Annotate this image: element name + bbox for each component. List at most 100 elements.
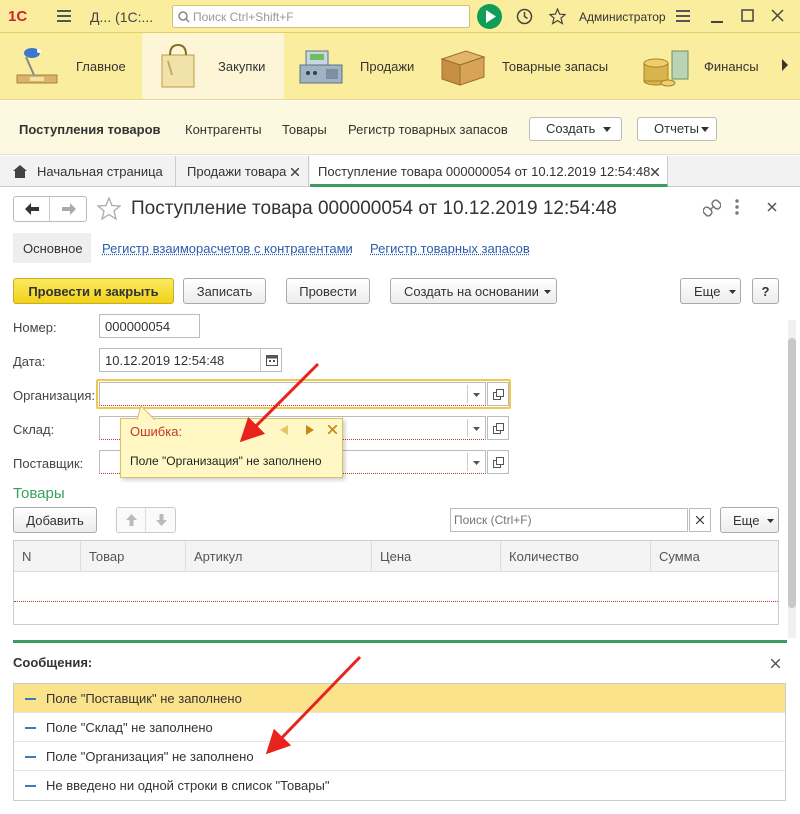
number-label: Номер:	[13, 320, 57, 335]
post-and-close-button[interactable]: Провести и закрыть	[13, 278, 174, 304]
reports-button[interactable]: Отчеты	[637, 117, 717, 141]
warehouse-dropdown[interactable]	[467, 419, 485, 437]
section-inventory[interactable]: Товарные запасы	[426, 33, 628, 99]
more-button[interactable]: Еще	[680, 278, 741, 304]
more-vertical-icon[interactable]	[734, 199, 740, 215]
calendar-button[interactable]	[260, 349, 282, 371]
calendar-icon	[266, 355, 278, 366]
settings-menu-icon[interactable]	[676, 10, 690, 22]
section-purchases[interactable]: Закупки	[142, 33, 284, 99]
close-messages-icon[interactable]	[771, 659, 780, 668]
global-search-input[interactable]	[193, 8, 463, 25]
favorite-star-icon[interactable]	[97, 197, 121, 220]
nav-inventory-register[interactable]: Регистр товарных запасов	[348, 122, 508, 137]
form-nav-settlements[interactable]: Регистр взаиморасчетов с контрагентами	[102, 241, 353, 256]
close-tab-icon[interactable]	[291, 168, 299, 176]
link-icon[interactable]	[703, 199, 721, 217]
save-button[interactable]: Записать	[183, 278, 266, 304]
message-item[interactable]: Поле "Организация" не заполнено	[14, 742, 785, 771]
tab-receipt[interactable]: Поступление товара 000000054 от 10.12.20…	[310, 156, 668, 187]
column-header[interactable]: Количество	[501, 541, 651, 571]
section-label: Финансы	[704, 58, 759, 74]
goods-table[interactable]: N Товар Артикул Цена Количество Сумма	[13, 540, 779, 625]
back-button[interactable]	[14, 197, 50, 221]
organization-dropdown[interactable]	[467, 385, 485, 403]
chevron-down-icon	[701, 127, 709, 132]
chevron-right-icon[interactable]	[780, 58, 790, 72]
move-down-button[interactable]	[147, 508, 176, 532]
form-nav-inventory[interactable]: Регистр товарных запасов	[370, 241, 530, 256]
table-invalid-line	[14, 601, 778, 602]
nav-receipts[interactable]: Поступления товаров	[19, 122, 161, 137]
number-field[interactable]: 000000054	[99, 314, 200, 338]
tab-label: Поступление товара 000000054 от 10.12.20…	[318, 164, 651, 179]
coins-icon	[640, 41, 690, 91]
tab-home[interactable]: Начальная страница	[0, 156, 176, 187]
date-value: 10.12.2019 12:54:48	[105, 353, 225, 368]
close-icon[interactable]	[771, 9, 785, 23]
scrollbar-track[interactable]	[788, 320, 796, 638]
minimize-icon[interactable]	[711, 10, 725, 24]
home-icon	[13, 165, 27, 178]
user-name[interactable]: Администратор	[579, 10, 666, 24]
chevron-down-icon	[473, 427, 480, 431]
chevron-down-icon	[544, 290, 551, 294]
message-item[interactable]: Поле "Поставщик" не заполнено	[14, 684, 785, 713]
close-form-icon[interactable]	[767, 202, 777, 212]
message-item[interactable]: Не введено ни одной строки в список "Тов…	[14, 771, 785, 800]
message-text: Поле "Поставщик" не заполнено	[46, 691, 242, 706]
add-row-button[interactable]: Добавить	[13, 507, 97, 533]
close-tab-icon[interactable]	[651, 168, 659, 176]
column-header[interactable]: Артикул	[186, 541, 372, 571]
dash-icon	[25, 756, 36, 758]
date-field[interactable]: 10.12.2019 12:54:48	[99, 348, 282, 372]
column-header[interactable]: Товар	[81, 541, 186, 571]
supplier-dropdown[interactable]	[467, 453, 485, 471]
organization-field[interactable]	[99, 382, 486, 406]
warehouse-open-button[interactable]	[487, 416, 509, 440]
maximize-icon[interactable]	[741, 9, 755, 23]
goods-more-button[interactable]: Еще	[720, 507, 779, 533]
app-logo: 1С	[8, 8, 28, 25]
next-arrow-icon[interactable]	[305, 425, 315, 435]
section-finance[interactable]: Финансы	[628, 33, 780, 99]
section-sales[interactable]: Продажи	[284, 33, 426, 99]
main-menu-icon[interactable]	[57, 10, 71, 22]
help-button[interactable]: ?	[752, 278, 779, 304]
message-text: Поле "Склад" не заполнено	[46, 720, 213, 735]
supplier-open-button[interactable]	[487, 450, 509, 474]
section-main[interactable]: Главное	[0, 33, 142, 99]
column-header[interactable]: N	[14, 541, 81, 571]
chevron-down-icon	[473, 461, 480, 465]
column-header[interactable]: Сумма	[651, 541, 778, 571]
star-icon[interactable]	[549, 8, 566, 25]
chevron-down-icon	[603, 127, 611, 132]
clear-search-button[interactable]	[689, 508, 711, 532]
create-button[interactable]: Создать	[529, 117, 622, 141]
history-icon[interactable]	[516, 8, 533, 25]
column-header[interactable]: Цена	[372, 541, 501, 571]
close-popup-icon[interactable]	[328, 425, 337, 434]
form-nav-main[interactable]: Основное	[13, 233, 91, 263]
warehouse-label: Склад:	[13, 422, 55, 437]
create-based-on-button[interactable]: Создать на основании	[390, 278, 557, 304]
post-button[interactable]: Провести	[286, 278, 370, 304]
nav-products[interactable]: Товары	[282, 122, 327, 137]
move-buttons	[116, 507, 176, 533]
messages-list: Поле "Поставщик" не заполнено Поле "Скла…	[13, 683, 786, 801]
global-search[interactable]	[172, 5, 470, 28]
goods-search-input[interactable]	[454, 512, 682, 528]
message-text: Не введено ни одной строки в список "Тов…	[46, 778, 330, 793]
scrollbar-thumb[interactable]	[788, 338, 796, 608]
prev-arrow-icon[interactable]	[279, 425, 289, 435]
tab-sales[interactable]: Продажи товара	[177, 156, 309, 187]
forward-button[interactable]	[51, 197, 87, 221]
nav-counterparties[interactable]: Контрагенты	[185, 122, 262, 137]
organization-open-button[interactable]	[487, 382, 509, 406]
play-icon[interactable]	[477, 4, 502, 29]
goods-search-field[interactable]	[450, 508, 688, 532]
move-up-button[interactable]	[117, 508, 146, 532]
arrow-left-icon	[25, 203, 39, 215]
tab-label: Продажи товара	[187, 164, 287, 179]
message-item[interactable]: Поле "Склад" не заполнено	[14, 713, 785, 742]
